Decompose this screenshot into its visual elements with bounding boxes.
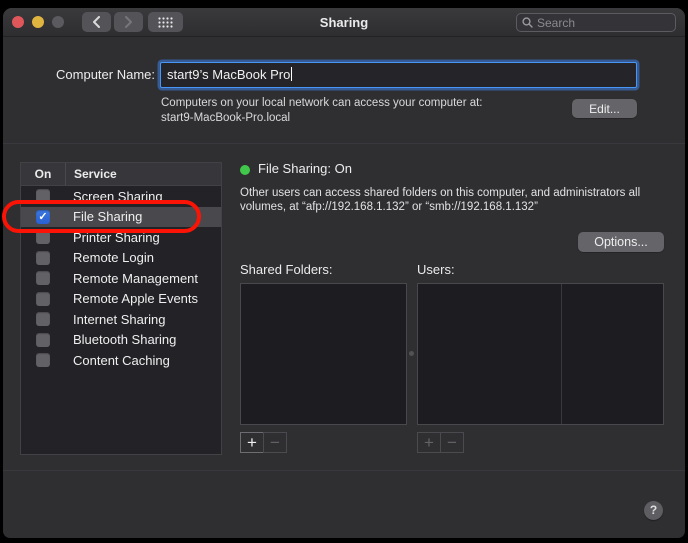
service-checkbox[interactable] xyxy=(36,292,50,306)
users-label: Users: xyxy=(417,262,455,277)
status-indicator-dot xyxy=(240,165,250,175)
service-label: Remote Apple Events xyxy=(65,291,198,306)
title-bar: Sharing xyxy=(3,8,685,37)
computer-name-input[interactable]: start9’s MacBook Pro xyxy=(160,62,637,88)
users-list[interactable] xyxy=(417,283,664,425)
remove-user-button: − xyxy=(440,432,464,453)
status-title: File Sharing: On xyxy=(258,161,352,176)
section-divider xyxy=(3,143,685,144)
service-row-remote-login[interactable]: Remote Login xyxy=(21,248,221,269)
footer-divider xyxy=(3,470,685,471)
remove-shared-folder-button: − xyxy=(263,432,287,453)
service-label: Remote Login xyxy=(65,250,154,265)
service-checkbox[interactable] xyxy=(36,189,50,203)
status-description: Other users can access shared folders on… xyxy=(240,186,672,214)
search-field[interactable] xyxy=(516,13,676,32)
service-row-screen-sharing[interactable]: Screen Sharing xyxy=(21,186,221,207)
service-checkbox[interactable] xyxy=(36,271,50,285)
service-label: Bluetooth Sharing xyxy=(65,332,176,347)
service-checkbox[interactable] xyxy=(36,312,50,326)
service-checkbox[interactable] xyxy=(36,251,50,265)
text-caret xyxy=(291,67,292,81)
service-checkbox[interactable] xyxy=(36,353,50,367)
service-checkbox[interactable] xyxy=(36,333,50,347)
column-header-on: On xyxy=(21,163,65,185)
users-list-column-divider xyxy=(561,284,562,424)
caption-line-1: Computers on your local network can acce… xyxy=(161,96,561,111)
computer-name-label: Computer Name: xyxy=(3,62,155,88)
search-icon xyxy=(522,17,533,28)
add-shared-folder-button[interactable]: + xyxy=(240,432,264,453)
service-label: Internet Sharing xyxy=(65,312,166,327)
service-label: Remote Management xyxy=(65,271,198,286)
service-row-file-sharing[interactable]: File Sharing xyxy=(21,207,221,228)
service-label: Printer Sharing xyxy=(65,230,160,245)
caption-line-2: start9-MacBook-Pro.local xyxy=(161,111,561,126)
service-row-remote-apple-events[interactable]: Remote Apple Events xyxy=(21,289,221,310)
shared-folders-label: Shared Folders: xyxy=(240,262,333,277)
service-row-printer-sharing[interactable]: Printer Sharing xyxy=(21,227,221,248)
edit-button[interactable]: Edit... xyxy=(572,99,637,118)
add-user-button: + xyxy=(417,432,441,453)
service-checkbox[interactable] xyxy=(36,230,50,244)
service-checkbox[interactable] xyxy=(36,210,50,224)
service-label: File Sharing xyxy=(65,209,142,224)
service-row-bluetooth-sharing[interactable]: Bluetooth Sharing xyxy=(21,330,221,351)
pane-splitter-handle[interactable] xyxy=(409,351,414,356)
help-button[interactable]: ? xyxy=(644,501,663,520)
sharing-preferences-window: Sharing Computer Name: start9’s MacBook … xyxy=(3,8,685,538)
options-button[interactable]: Options... xyxy=(578,232,664,252)
service-row-content-caching[interactable]: Content Caching xyxy=(21,350,221,371)
service-row-remote-management[interactable]: Remote Management xyxy=(21,268,221,289)
column-header-service: Service xyxy=(65,163,221,185)
services-table-header: On Service xyxy=(21,163,221,186)
services-table: On Service Screen Sharing File Sharing P… xyxy=(20,162,222,455)
service-label: Content Caching xyxy=(65,353,170,368)
service-label: Screen Sharing xyxy=(65,189,163,204)
computer-name-value: start9’s MacBook Pro xyxy=(167,67,290,82)
search-input[interactable] xyxy=(537,16,670,30)
shared-folders-list[interactable] xyxy=(240,283,407,425)
service-row-internet-sharing[interactable]: Internet Sharing xyxy=(21,309,221,330)
computer-name-caption: Computers on your local network can acce… xyxy=(161,96,561,126)
